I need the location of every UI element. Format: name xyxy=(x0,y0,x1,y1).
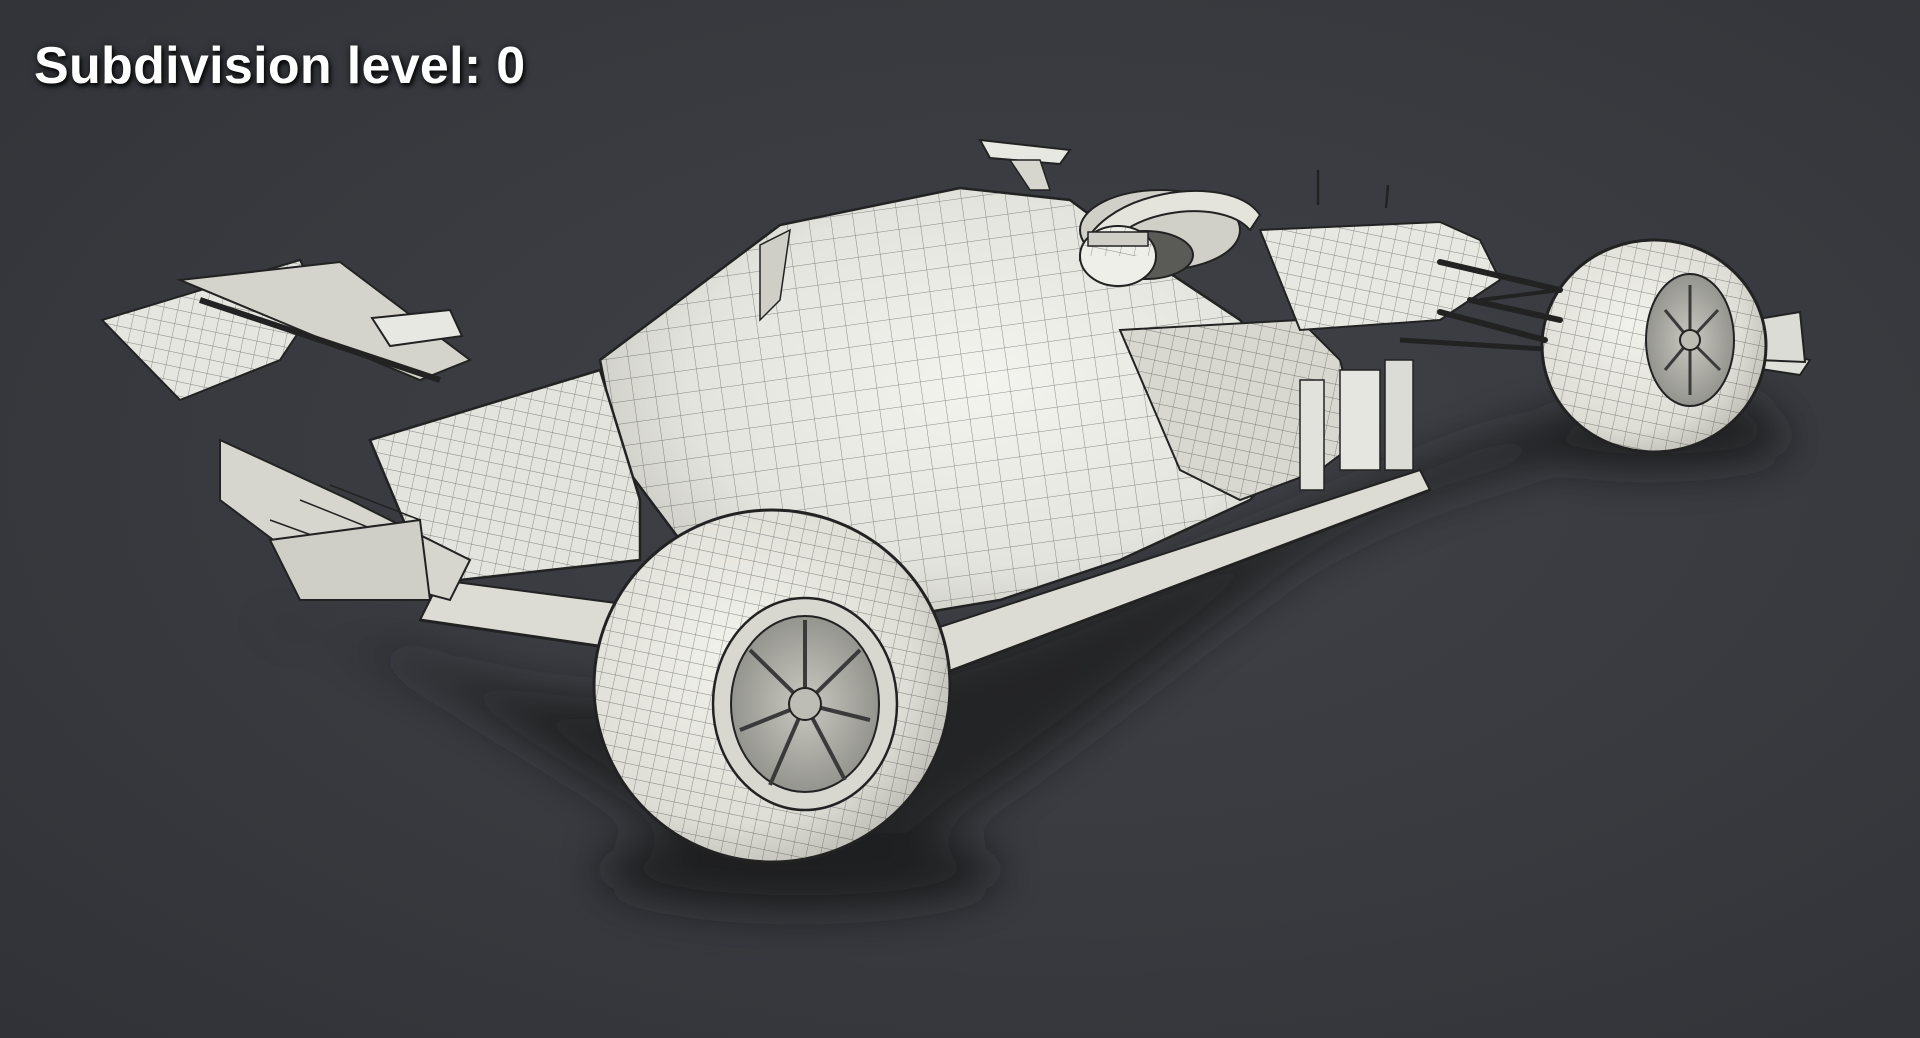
car-model-render xyxy=(100,138,1812,910)
cockpit-halo xyxy=(1078,189,1262,287)
front-tire xyxy=(1540,238,1768,454)
subdivision-level-label: Subdivision level: 0 xyxy=(34,37,526,95)
3d-viewport[interactable] xyxy=(0,0,1920,1038)
rear-tire xyxy=(592,508,952,864)
